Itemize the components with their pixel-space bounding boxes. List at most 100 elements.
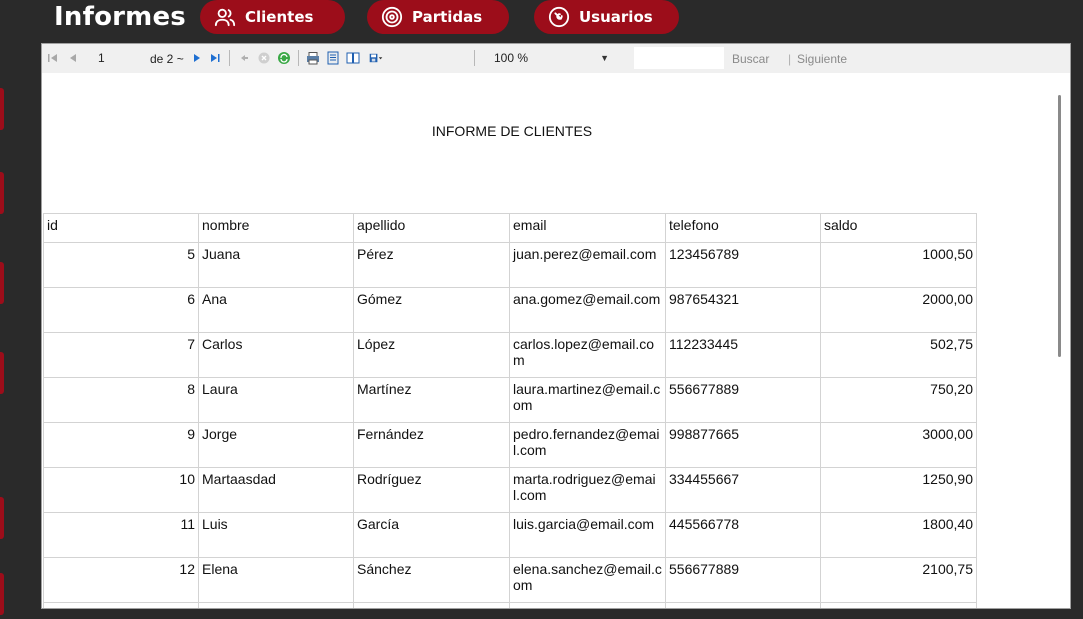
cell-saldo: 2100,75 — [820, 557, 977, 603]
cell-id: 5 — [43, 242, 199, 288]
cell-email: juan.perez@email.com — [509, 242, 666, 288]
table-row: 5 Juana Pérez juan.perez@email.com 12345… — [43, 242, 977, 288]
cell-nombre — [198, 602, 354, 608]
cell-telefono: 123456789 — [665, 242, 821, 288]
toolbar-separator — [298, 50, 299, 66]
cell-nombre: Jorge — [198, 422, 354, 468]
sidebar-tab[interactable] — [0, 88, 4, 130]
table-header-row: id nombre apellido email telefono saldo — [43, 213, 977, 243]
export-icon[interactable] — [365, 48, 387, 68]
nav-clientes-label: Clientes — [245, 8, 314, 26]
cell-email: ana.gomez@email.com — [509, 287, 666, 333]
search-input[interactable] — [634, 47, 724, 69]
cell-email: elena.sanchez@email.com — [509, 557, 666, 603]
zoom-select[interactable]: 100 % ▼ — [490, 48, 615, 68]
cell-id: 9 — [43, 422, 199, 468]
cell-telefono: 334455667 — [665, 467, 821, 513]
cell-id: 6 — [43, 287, 199, 333]
cell-email: luis.garcia@email.com — [509, 512, 666, 558]
find-separator: | — [788, 52, 792, 66]
cell-apellido: Fernández — [353, 422, 510, 468]
cell-saldo: 502,75 — [820, 332, 977, 378]
find-next-button[interactable]: Siguiente — [797, 52, 847, 66]
cell-id — [43, 602, 199, 608]
wrench-icon — [548, 6, 570, 28]
table-row: 11 Luis García luis.garcia@email.com 445… — [43, 512, 977, 558]
cell-saldo: 3000,00 — [820, 422, 977, 468]
find-button[interactable]: Buscar — [732, 52, 769, 66]
cell-id: 7 — [43, 332, 199, 378]
table-row: 9 Jorge Fernández pedro.fernandez@email.… — [43, 422, 977, 468]
cell-apellido: Gómez — [353, 287, 510, 333]
cell-apellido: Rodríguez — [353, 467, 510, 513]
table-row: 8 Laura Martínez laura.martinez@email.co… — [43, 377, 977, 423]
nav-usuarios-label: Usuarios — [579, 8, 653, 26]
refresh-icon[interactable] — [276, 48, 292, 68]
nav-clientes-button[interactable]: Clientes — [200, 0, 345, 34]
cell-telefono: 987654321 — [665, 287, 821, 333]
cell-email: laura.martinez@email.com — [509, 377, 666, 423]
cell-apellido: García — [353, 512, 510, 558]
stop-icon[interactable] — [256, 48, 272, 68]
target-icon — [381, 6, 403, 28]
table-row — [43, 602, 977, 608]
back-icon[interactable] — [236, 48, 252, 68]
cell-telefono: 556677889 — [665, 557, 821, 603]
page-setup-icon[interactable] — [345, 48, 361, 68]
sidebar-tab[interactable] — [0, 497, 4, 539]
nav-usuarios-button[interactable]: Usuarios — [534, 0, 679, 34]
sidebar-tab[interactable] — [0, 262, 4, 304]
cell-saldo: 1800,40 — [820, 512, 977, 558]
column-header-telefono: telefono — [665, 213, 821, 243]
print-icon[interactable] — [305, 48, 321, 68]
last-page-icon[interactable] — [208, 48, 222, 68]
app-header: Informes Clientes Partidas Usuarios — [0, 0, 1083, 38]
cell-saldo: 750,20 — [820, 377, 977, 423]
cell-email: pedro.fernandez@email.com — [509, 422, 666, 468]
cell-nombre: Martaasdad — [198, 467, 354, 513]
cell-apellido: Sánchez — [353, 557, 510, 603]
table-row: 10 Martaasdad Rodríguez marta.rodriguez@… — [43, 467, 977, 513]
cell-id: 8 — [43, 377, 199, 423]
column-header-apellido: apellido — [353, 213, 510, 243]
page-title: Informes — [54, 2, 186, 32]
column-header-id: id — [43, 213, 199, 243]
report-page: INFORME DE CLIENTES id nombre apellido e… — [42, 73, 1070, 608]
cell-nombre: Luis — [198, 512, 354, 558]
column-header-nombre: nombre — [198, 213, 354, 243]
nav-partidas-button[interactable]: Partidas — [367, 0, 509, 34]
report-toolbar: de 2 ~ 100 % ▼ — [42, 44, 1070, 73]
cell-email: carlos.lopez@email.com — [509, 332, 666, 378]
cell-id: 10 — [43, 467, 199, 513]
scrollbar-thumb[interactable] — [1058, 95, 1061, 357]
cell-telefono — [665, 602, 821, 608]
first-page-icon[interactable] — [46, 48, 60, 68]
toolbar-separator — [229, 50, 230, 66]
current-page-input[interactable] — [94, 48, 134, 68]
report-title: INFORME DE CLIENTES — [431, 123, 593, 139]
sidebar-tab[interactable] — [0, 352, 4, 394]
cell-apellido: López — [353, 332, 510, 378]
table-row: 12 Elena Sánchez elena.sanchez@email.com… — [43, 557, 977, 603]
page-layout-icon[interactable] — [325, 48, 341, 68]
clients-table: id nombre apellido email telefono saldo … — [43, 213, 977, 608]
cell-nombre: Elena — [198, 557, 354, 603]
cell-apellido: Pérez — [353, 242, 510, 288]
previous-page-icon[interactable] — [66, 48, 80, 68]
page-count-label: de 2 ~ — [150, 52, 184, 66]
cell-nombre: Laura — [198, 377, 354, 423]
cell-apellido — [353, 602, 510, 608]
zoom-value: 100 % — [494, 51, 529, 65]
cell-email: marta.rodriguez@email.com — [509, 467, 666, 513]
cell-apellido: Martínez — [353, 377, 510, 423]
cell-telefono: 556677889 — [665, 377, 821, 423]
cell-id: 12 — [43, 557, 199, 603]
sidebar-tab[interactable] — [0, 573, 4, 615]
toolbar-separator — [474, 50, 475, 66]
cell-saldo — [820, 602, 977, 608]
table-row: 7 Carlos López carlos.lopez@email.com 11… — [43, 332, 977, 378]
next-page-icon[interactable] — [190, 48, 204, 68]
sidebar-tab[interactable] — [0, 172, 4, 214]
cell-nombre: Carlos — [198, 332, 354, 378]
users-icon — [214, 8, 236, 27]
